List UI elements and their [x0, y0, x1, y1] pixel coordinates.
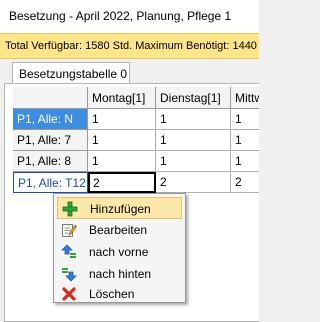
grid-cell[interactable]: 1 — [156, 109, 231, 130]
row-header-p1-t12[interactable]: P1, Alle: T12 — [13, 172, 88, 193]
grid-cell[interactable]: 1 — [88, 130, 156, 151]
menu-item-label: nach hinten — [89, 267, 152, 281]
menu-item-loeschen[interactable]: Löschen — [57, 285, 182, 302]
row-header-p1-8[interactable]: P1, Alle: 8 — [13, 151, 88, 172]
info-bar: Total Verfügbar: 1580 Std. Maximum Benöt… — [0, 33, 259, 59]
column-header-dienstag[interactable]: Dienstag[1] — [156, 87, 231, 109]
menu-item-bearbeiten[interactable]: Bearbeiten — [57, 219, 182, 241]
column-header-mittwoch[interactable]: Mittwoch[1] — [231, 87, 259, 109]
menu-item-label: Bearbeiten — [89, 223, 148, 237]
column-header-montag[interactable]: Montag[1] — [88, 87, 156, 109]
tab-besetzungstabelle-0[interactable]: Besetzungstabelle 0 — [12, 62, 130, 84]
grid-cell-active[interactable]: 2 — [88, 172, 156, 193]
window-title: Besetzung - April 2022, Planung, Pflege … — [0, 0, 259, 33]
menu-item-label: Löschen — [89, 287, 135, 301]
edit-icon — [61, 222, 77, 238]
plus-icon — [62, 201, 78, 217]
grid-corner — [13, 87, 88, 109]
move-up-icon — [61, 244, 77, 260]
move-down-icon — [61, 266, 77, 282]
menu-item-nach-vorne[interactable]: nach vorne — [57, 241, 182, 263]
delete-icon — [61, 286, 77, 302]
grid-cell[interactable]: 1 — [88, 151, 156, 172]
menu-item-label: nach vorne — [89, 245, 149, 259]
grid-cell[interactable]: 2 — [156, 172, 231, 193]
grid-cell[interactable]: 1 — [231, 109, 259, 130]
context-menu: Hinzufügen Bearbeiten nach vorne nach hi… — [53, 193, 186, 303]
grid-cell[interactable]: 1 — [156, 130, 231, 151]
grid-cell[interactable]: 1 — [88, 109, 156, 130]
grid-cell[interactable]: 1 — [231, 130, 259, 151]
menu-item-label: Hinzufügen — [90, 202, 151, 216]
staffing-grid: Montag[1] Dienstag[1] Mittwoch[1] P1, Al… — [13, 87, 259, 195]
row-header-p1-7[interactable]: P1, Alle: 7 — [13, 130, 88, 151]
grid-cell[interactable]: 1 — [231, 151, 259, 172]
menu-item-nach-hinten[interactable]: nach hinten — [57, 263, 182, 285]
grid-cell[interactable]: 2 — [231, 172, 259, 193]
row-header-p1-n[interactable]: P1, Alle: N — [13, 109, 88, 130]
grid-cell[interactable]: 1 — [156, 151, 231, 172]
menu-item-hinzufuegen[interactable]: Hinzufügen — [57, 197, 182, 219]
